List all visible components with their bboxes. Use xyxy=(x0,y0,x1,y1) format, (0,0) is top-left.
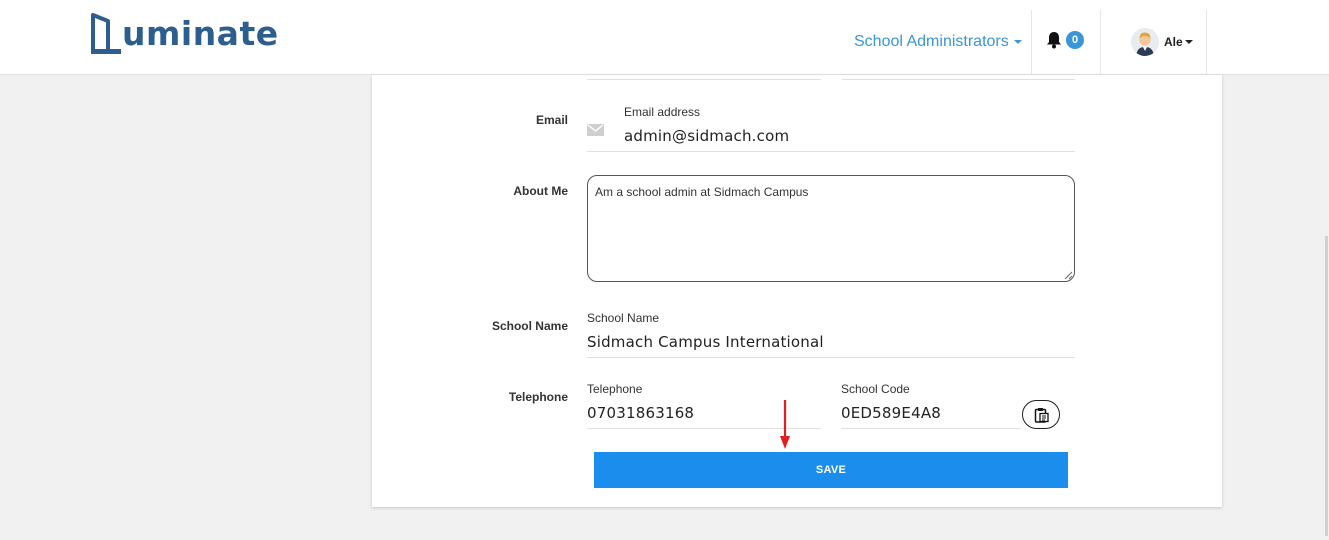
red-arrow-icon xyxy=(780,400,790,449)
telephone-field[interactable]: 07031863168 xyxy=(587,404,694,422)
email-field-label: Email address xyxy=(624,105,701,119)
email-field[interactable]: admin@sidmach.com xyxy=(624,127,789,145)
telephone-field-label: Telephone xyxy=(587,382,643,396)
nav-divider xyxy=(1100,10,1101,74)
email-row-label: Email xyxy=(535,113,568,127)
email-underline xyxy=(587,151,1075,152)
save-button[interactable]: SAVE xyxy=(594,452,1068,488)
about-row-label: About Me xyxy=(513,184,568,198)
user-menu[interactable]: Ale xyxy=(1131,28,1193,56)
user-name-label: Ale xyxy=(1164,35,1183,49)
nav-divider xyxy=(1206,10,1207,74)
telephone-row-label: Telephone xyxy=(508,390,568,404)
about-me-textarea[interactable]: Am a school admin at Sidmach Campus xyxy=(587,175,1075,282)
role-dropdown-label: School Administrators xyxy=(854,33,1009,50)
envelope-icon xyxy=(587,124,604,136)
school-row-label: School Name xyxy=(491,319,568,333)
copy-school-code-button[interactable] xyxy=(1022,400,1060,429)
user-name: Ale xyxy=(1164,35,1193,49)
school-code-field[interactable]: 0ED589E4A8 xyxy=(841,404,941,422)
field-underline xyxy=(842,79,1075,80)
top-navbar: uminate School Administrators 0 Ale xyxy=(0,0,1329,75)
page-scrollbar[interactable] xyxy=(1325,236,1328,536)
clipboard-copy-icon xyxy=(1034,407,1049,423)
school-underline xyxy=(587,357,1075,358)
role-dropdown[interactable]: School Administrators xyxy=(854,33,1022,51)
nav-divider xyxy=(1031,10,1032,74)
luminate-logo-icon xyxy=(91,13,121,54)
about-me-text: Am a school admin at Sidmach Campus xyxy=(595,185,809,199)
profile-form-card: Email Email address admin@sidmach.com Ab… xyxy=(372,75,1222,507)
app-logo[interactable]: uminate xyxy=(90,12,279,56)
notifications-button[interactable]: 0 xyxy=(1046,31,1084,49)
resize-handle-icon[interactable] xyxy=(1064,271,1073,280)
chevron-down-icon xyxy=(1013,40,1022,44)
school-field-label: School Name xyxy=(587,311,660,325)
school-name-field[interactable]: Sidmach Campus International xyxy=(587,333,824,351)
field-underline xyxy=(587,79,821,80)
logo-text: uminate xyxy=(122,14,279,53)
bell-icon xyxy=(1047,32,1061,49)
school-code-field-label: School Code xyxy=(841,382,910,396)
notification-count-badge: 0 xyxy=(1066,31,1084,49)
chevron-down-icon xyxy=(1184,40,1193,44)
avatar xyxy=(1131,28,1159,56)
school-code-underline xyxy=(841,428,1021,429)
